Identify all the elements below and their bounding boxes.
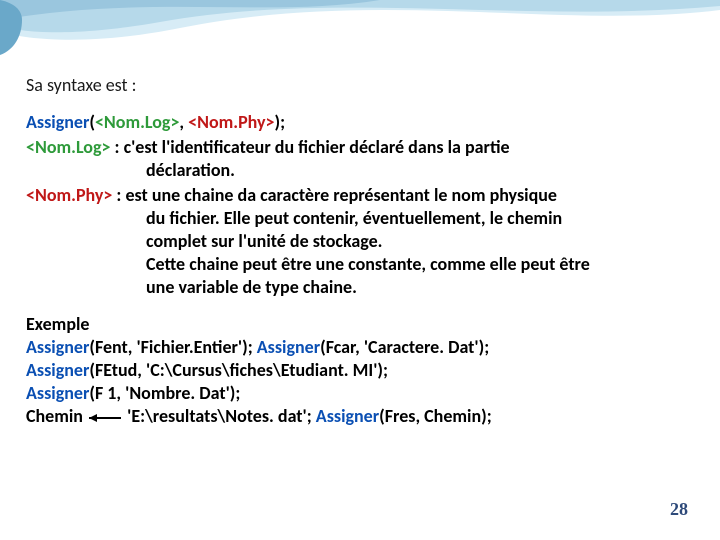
- syntax-line: Assigner(<Nom.Log>, <Nom.Phy>);: [26, 111, 690, 134]
- ex4-fn: Assigner: [316, 405, 379, 427]
- example-line-3: Assigner(F 1, 'Nombre. Dat');: [26, 382, 690, 405]
- example-line-2: Assigner(FEtud, 'C:\Cursus\fiches\Etudia…: [26, 359, 690, 382]
- ex1-args2: (Fcar, 'Caractere. Dat');: [320, 336, 489, 358]
- arg2: <Nom.Phy>: [188, 111, 274, 133]
- nomphy-text3: complet sur l'unité de stockage.: [146, 230, 382, 252]
- ex4-args: (Fres, Chemin);: [379, 405, 492, 427]
- arg1: <Nom.Log>: [95, 111, 179, 133]
- nomphy-text4: Cette chaine peut être une constante, co…: [146, 253, 590, 275]
- ex1-fn1: Assigner: [26, 336, 89, 358]
- example-title: Exemple: [26, 313, 690, 336]
- nomphy-text1: : est une chaine da caractère représenta…: [112, 184, 557, 206]
- ex2-fn: Assigner: [26, 359, 89, 381]
- desc-nomlog: <Nom.Log> : c'est l'identificateur du fi…: [26, 136, 690, 182]
- ex2-args: (FEtud, 'C:\Cursus\fiches\Etudiant. MI')…: [89, 359, 388, 381]
- ex4-var: Chemin: [26, 405, 87, 427]
- ex3-fn: Assigner: [26, 382, 89, 404]
- nomphy-text2: du fichier. Elle peut contenir, éventuel…: [146, 207, 562, 229]
- ex3-args: (F 1, 'Nombre. Dat');: [89, 382, 240, 404]
- paren-close: );: [275, 111, 286, 133]
- ex1-fn2: Assigner: [257, 336, 320, 358]
- slide-content: Sa syntaxe est : Assigner(<Nom.Log>, <No…: [26, 74, 690, 428]
- ex1-args1: (Fent, 'Fichier.Entier');: [89, 336, 256, 358]
- example-line-4: Chemin 'E:\resultats\Notes. dat'; Assign…: [26, 405, 690, 428]
- nomlog-text2: déclaration.: [146, 159, 235, 181]
- nomlog-text1: : c'est l'identificateur du fichier décl…: [110, 136, 509, 158]
- nomphy-label: <Nom.Phy>: [26, 184, 112, 206]
- page-number: 28: [670, 499, 688, 520]
- ex4-val: 'E:\resultats\Notes. dat';: [123, 405, 316, 427]
- example-block: Exemple Assigner(Fent, 'Fichier.Entier')…: [26, 313, 690, 428]
- nomphy-text5: une variable de type chaine.: [146, 276, 357, 298]
- nomlog-label: <Nom.Log>: [26, 136, 110, 158]
- intro-text: Sa syntaxe est :: [26, 74, 690, 97]
- fn-name: Assigner: [26, 111, 89, 133]
- example-line-1: Assigner(Fent, 'Fichier.Entier'); Assign…: [26, 336, 690, 359]
- comma: ,: [179, 111, 188, 133]
- desc-nomphy: <Nom.Phy> : est une chaine da caractère …: [26, 184, 690, 299]
- left-arrow-icon: [87, 412, 123, 424]
- decorative-wave: [0, 0, 720, 70]
